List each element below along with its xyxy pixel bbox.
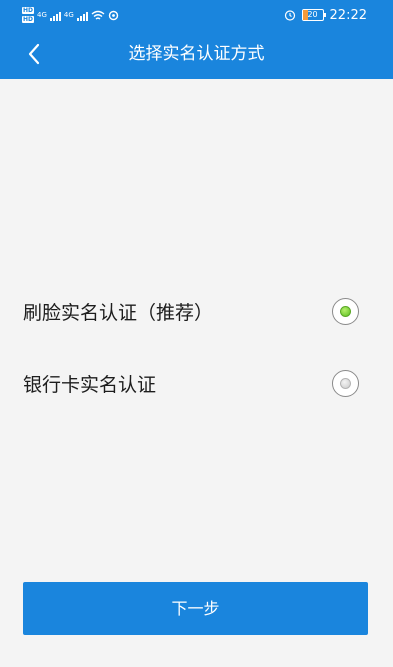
signal-icon-2 (76, 10, 88, 21)
battery-level: 20 (307, 10, 318, 19)
network-type-2: 4G (63, 11, 74, 19)
status-bar: HD HD 4G 4G 20 22:22 (0, 0, 393, 30)
alarm-icon (284, 10, 295, 21)
back-button[interactable] (20, 40, 48, 68)
battery-icon: 20 (301, 9, 326, 21)
wifi-icon (91, 10, 105, 20)
hd-badges: HD HD (22, 7, 35, 23)
chevron-left-icon (28, 43, 40, 65)
option-bankcard-verification[interactable]: 银行卡实名认证 (0, 362, 393, 408)
hd-badge-bottom: HD (22, 16, 35, 23)
option-face-verification[interactable]: 刷脸实名认证（推荐） (0, 290, 393, 336)
next-button[interactable]: 下一步 (23, 582, 368, 635)
status-right: 20 22:22 (284, 5, 367, 25)
radio-dot (340, 306, 351, 317)
hd-badge-top: HD (22, 7, 35, 14)
option-label: 刷脸实名认证（推荐） (23, 302, 214, 324)
app-header: HD HD 4G 4G 20 22:22 选择实名认证方式 (0, 0, 393, 79)
radio-face-selected[interactable] (332, 298, 359, 325)
sync-icon (108, 10, 118, 20)
radio-dot (340, 378, 351, 389)
network-type-1: 4G (37, 11, 47, 19)
signal-icon (49, 10, 61, 21)
page-title: 选择实名认证方式 (128, 44, 265, 64)
option-label: 银行卡实名认证 (23, 374, 157, 396)
status-time: 22:22 (329, 7, 367, 23)
radio-bankcard-unselected[interactable] (332, 370, 359, 397)
status-left: HD HD 4G 4G (22, 4, 119, 26)
